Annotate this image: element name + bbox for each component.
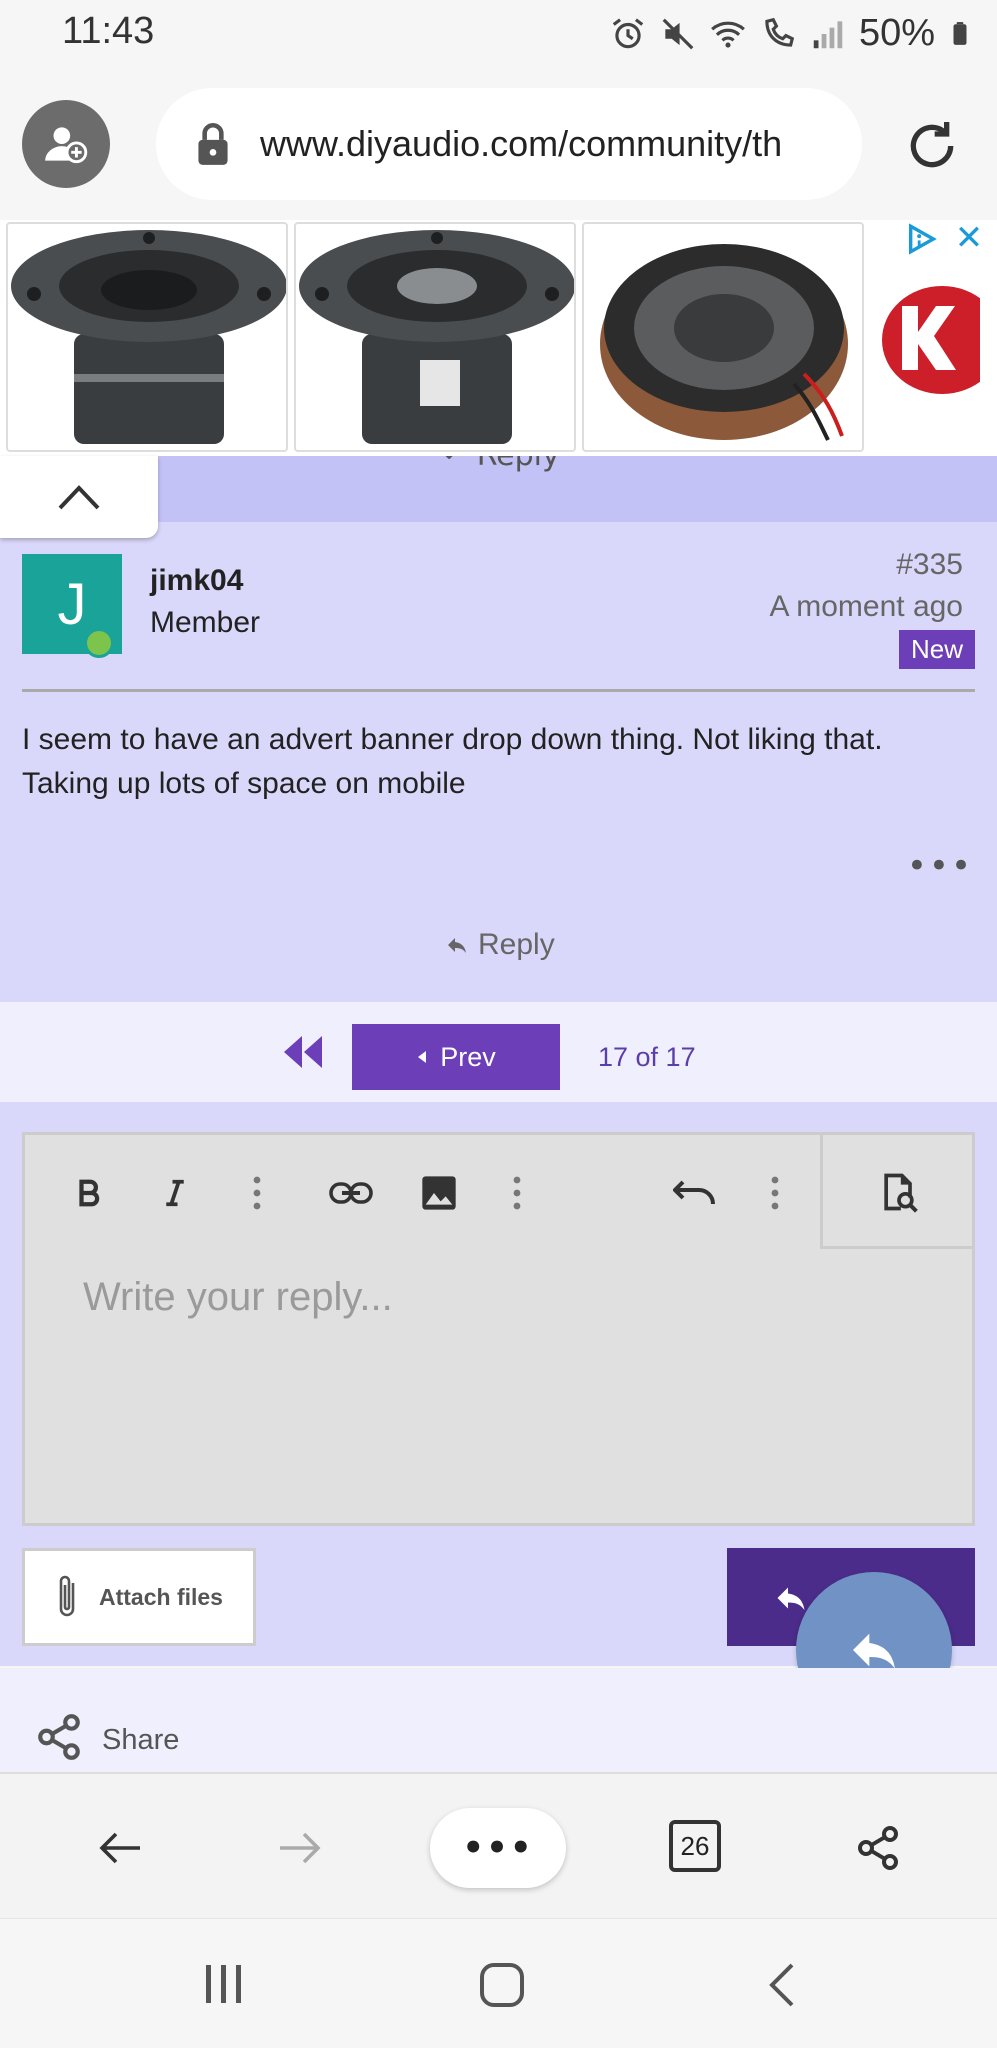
digikey-logo-icon[interactable] [880, 280, 980, 400]
reply-icon [448, 938, 466, 953]
share-row: Share [0, 1668, 997, 1772]
previous-reply-label: Reply [477, 456, 560, 473]
browser-url-row: www.diyaudio.com/community/th [0, 70, 997, 220]
tabs-button[interactable]: 26 [669, 1820, 721, 1872]
scroll-to-top-button[interactable] [0, 456, 158, 538]
post-body: I seem to have an advert banner drop dow… [22, 723, 883, 800]
attach-files-button[interactable]: Attach files [22, 1548, 256, 1646]
image-button[interactable] [411, 1165, 467, 1221]
status-time: 11:43 [62, 10, 155, 52]
battery-icon [953, 21, 967, 45]
alarm-icon [612, 17, 644, 48]
post-number-link[interactable]: #335 [896, 548, 963, 582]
share-icon [858, 1826, 898, 1870]
previous-reply-link[interactable]: ↶ Reply [442, 456, 560, 473]
system-back-icon[interactable] [766, 1961, 796, 2009]
status-icons: 50% [609, 12, 973, 55]
share-label[interactable]: Share [102, 1724, 179, 1757]
browser-share-button[interactable] [846, 1816, 910, 1880]
online-status-icon [84, 628, 114, 658]
home-icon[interactable] [478, 1961, 526, 2009]
battery-percent: 50% [858, 12, 935, 54]
more-vertical-icon [513, 1176, 521, 1210]
italic-button[interactable] [147, 1165, 203, 1221]
more-insert-options-button[interactable] [489, 1165, 545, 1221]
reply-icon [777, 1587, 805, 1610]
system-navigation-bar [0, 1918, 997, 2048]
ad-product-speaker[interactable] [582, 222, 864, 452]
new-badge: New [898, 630, 975, 669]
arrow-left-icon [99, 1832, 140, 1864]
tweeter-image [299, 230, 574, 444]
mute-icon [662, 18, 694, 49]
share-icon[interactable] [34, 1712, 84, 1762]
preview-icon [884, 1173, 918, 1213]
reply-button[interactable]: Reply [444, 928, 555, 962]
speaker-image [600, 244, 848, 441]
forward-button[interactable] [268, 1816, 332, 1880]
reply-icon: ↶ [442, 456, 477, 473]
undo-button[interactable] [667, 1165, 723, 1221]
chevron-up-icon [58, 485, 100, 510]
more-vertical-icon [253, 1176, 261, 1210]
wifi-icon [711, 21, 745, 48]
image-icon [422, 1176, 456, 1210]
link-icon [329, 1182, 373, 1204]
post-more-button[interactable]: ••• [907, 846, 973, 886]
back-button[interactable] [88, 1816, 152, 1880]
lock-icon [198, 123, 228, 165]
recent-apps-icon[interactable] [200, 1961, 248, 2007]
post-timestamp[interactable]: A moment ago [770, 590, 963, 624]
user-role: Member [150, 606, 261, 639]
undo-icon [673, 1180, 715, 1205]
ad-choices-icon[interactable] [905, 222, 939, 256]
profile-button[interactable] [22, 100, 110, 188]
more-text-options-button[interactable] [229, 1165, 285, 1221]
thread-content: ↶ Reply J jimk04 Member #335 A moment ag… [0, 456, 997, 1728]
caret-left-icon [418, 1051, 427, 1063]
arrow-right-icon [280, 1832, 321, 1864]
signal-icon [813, 20, 843, 48]
browser-menu-button[interactable]: ••• [430, 1808, 566, 1888]
attach-files-label: Attach files [99, 1583, 223, 1610]
post-divider [22, 689, 975, 692]
paperclip-icon [59, 1575, 75, 1617]
ad-close-button[interactable]: ✕ [951, 220, 987, 256]
prev-label: Prev [440, 1041, 496, 1072]
link-button[interactable] [323, 1165, 379, 1221]
prev-page-button[interactable]: Prev [352, 1024, 560, 1090]
reply-input-placeholder[interactable]: Write your reply... [83, 1275, 393, 1320]
pagination: Prev 17 of 17 [0, 1002, 997, 1102]
ad-banner[interactable]: ✕ [0, 220, 997, 456]
url-bar[interactable]: www.diyaudio.com/community/th [156, 88, 862, 200]
editor-toolbar [25, 1135, 972, 1249]
ad-product-tweeter-1[interactable] [6, 222, 288, 452]
page-count[interactable]: 17 of 17 [598, 1042, 696, 1073]
wifi-call-icon [765, 17, 795, 47]
first-page-icon[interactable] [280, 1032, 324, 1072]
bold-icon [79, 1179, 100, 1207]
status-bar: 11:43 50% [0, 0, 997, 70]
reply-editor[interactable]: Write your reply... [22, 1132, 975, 1526]
tweeter-image [11, 230, 286, 444]
reply-label: Reply [478, 928, 555, 961]
more-edit-options-button[interactable] [747, 1165, 803, 1221]
username-link[interactable]: jimk04 [150, 564, 243, 598]
ad-product-tweeter-2[interactable] [294, 222, 576, 452]
add-user-icon [45, 127, 88, 164]
more-vertical-icon [771, 1176, 779, 1210]
refresh-icon[interactable] [900, 114, 964, 178]
italic-icon [166, 1179, 184, 1207]
url-text: www.diyaudio.com/community/th [260, 123, 783, 164]
browser-toolbar: ••• 26 [0, 1772, 997, 1918]
preview-button[interactable] [820, 1135, 972, 1249]
bold-button[interactable] [61, 1165, 117, 1221]
